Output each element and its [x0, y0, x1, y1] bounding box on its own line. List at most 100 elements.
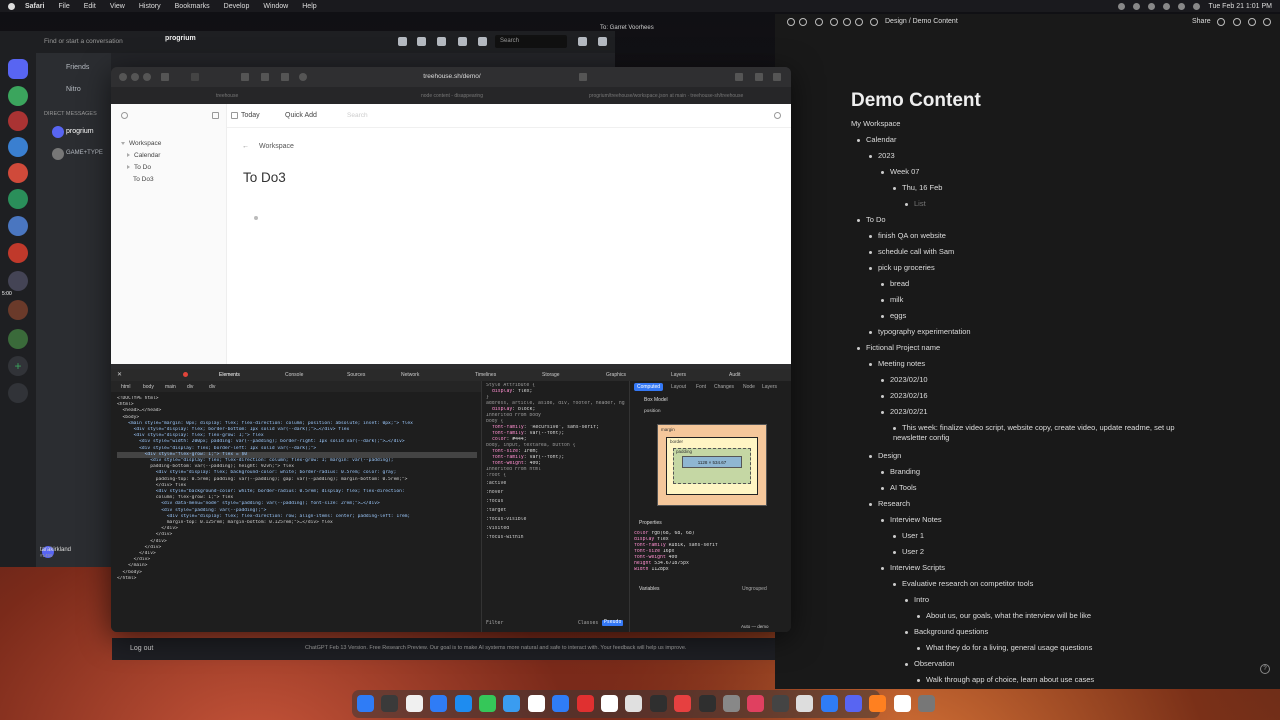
dock-app-icon[interactable]: [454, 695, 472, 712]
style-value[interactable]: 400;: [530, 461, 542, 466]
outline-item[interactable]: AI Tools: [881, 483, 917, 493]
inspector-tab-timelines[interactable]: Timelines: [475, 372, 496, 378]
more-icon[interactable]: [1263, 18, 1271, 26]
outline-item[interactable]: eggs: [881, 311, 906, 321]
dock-app-icon[interactable]: [552, 695, 570, 712]
dock-app-icon[interactable]: [576, 695, 594, 712]
breadcrumb[interactable]: Design / Demo Content: [885, 18, 958, 25]
server-icon[interactable]: [8, 189, 28, 209]
dm-item[interactable]: progrium: [66, 128, 94, 135]
menu-view[interactable]: View: [110, 3, 125, 10]
inspector-tab-console[interactable]: Console: [285, 372, 303, 378]
outline-item[interactable]: Research: [869, 499, 910, 509]
search-icon[interactable]: [1178, 2, 1186, 10]
sidebar-toggle-icon[interactable]: [212, 112, 219, 119]
video-icon[interactable]: [417, 37, 426, 46]
outline-item[interactable]: 2023/02/21: [881, 407, 928, 417]
pseudo-checkbox[interactable]: :hover: [486, 490, 556, 496]
quick-add-button[interactable]: Quick Add: [285, 112, 317, 119]
dock-app-icon[interactable]: [674, 695, 692, 712]
control-center-icon[interactable]: [1193, 2, 1201, 10]
dock-app-icon[interactable]: [869, 695, 887, 712]
caret-down-icon[interactable]: [121, 141, 125, 145]
clock-icon[interactable]: [1233, 18, 1241, 26]
style-value[interactable]: var(--font);: [530, 431, 565, 436]
outline-item[interactable]: pick up groceries: [869, 263, 935, 273]
inspector-tab-storage[interactable]: Storage: [542, 372, 560, 378]
inspector-tab-layers[interactable]: Layers: [671, 372, 686, 378]
inspector-tab-elements[interactable]: Elements: [219, 372, 240, 378]
outline-item[interactable]: Thu, 16 Feb: [893, 183, 942, 193]
outline-item[interactable]: About us, our goals, what the interview …: [917, 611, 1091, 621]
dock-app-icon[interactable]: [820, 695, 838, 712]
close-icon[interactable]: ✕: [117, 371, 122, 378]
style-value[interactable]: 'Recursive', sans-serif;: [530, 425, 599, 430]
dock-app-icon[interactable]: [601, 695, 618, 712]
dock-app-icon[interactable]: [625, 695, 643, 712]
outline-item[interactable]: Branding: [881, 467, 920, 477]
dock-app-icon[interactable]: [357, 695, 374, 712]
dock-app-icon[interactable]: [893, 695, 911, 712]
breadcrumb[interactable]: Workspace: [259, 143, 294, 150]
status-icon[interactable]: [1148, 2, 1156, 10]
share-icon[interactable]: [735, 73, 743, 81]
inspector-tab-audit[interactable]: Audit: [729, 372, 740, 378]
outline-item[interactable]: To Do: [857, 215, 886, 225]
outline-item[interactable]: Calendar: [857, 135, 896, 145]
node-tab[interactable]: Node: [743, 384, 755, 390]
server-icon[interactable]: [8, 300, 28, 320]
caret-right-icon[interactable]: [127, 153, 130, 158]
menu-bookmarks[interactable]: Bookmarks: [175, 3, 210, 10]
discord-search-input[interactable]: Search: [495, 35, 567, 48]
dock-app-icon[interactable]: [503, 695, 521, 712]
sidebar-icon[interactable]: [161, 73, 169, 81]
style-property[interactable]: color: [492, 437, 506, 442]
dock-app-icon[interactable]: [698, 695, 716, 712]
comments-icon[interactable]: [1217, 18, 1225, 26]
forward-icon[interactable]: [843, 18, 851, 26]
add-friend-icon[interactable]: [458, 37, 467, 46]
outline-item[interactable]: Observation: [905, 659, 954, 669]
back-icon[interactable]: [191, 73, 199, 81]
server-icon[interactable]: [8, 243, 28, 263]
style-property[interactable]: display: [492, 389, 512, 394]
inspector-tab-network[interactable]: Network: [401, 372, 419, 378]
nitro-link[interactable]: Nitro: [66, 86, 81, 93]
today-button[interactable]: Today: [241, 112, 260, 119]
dm-item[interactable]: GAME+TYPE: [66, 150, 103, 156]
outline-item[interactable]: Intro: [905, 595, 929, 605]
style-value[interactable]: #444;: [512, 437, 526, 442]
server-icon[interactable]: [8, 271, 28, 291]
dock-app-icon[interactable]: [430, 695, 448, 712]
outline-item[interactable]: finish QA on website: [869, 231, 946, 241]
font-tab[interactable]: Font: [696, 384, 706, 390]
pin-icon[interactable]: [437, 37, 446, 46]
outline-item[interactable]: Interview Notes: [881, 515, 942, 525]
changes-tab[interactable]: Changes: [714, 384, 734, 390]
help-icon[interactable]: ?: [1260, 664, 1270, 674]
tab-overview-icon[interactable]: [773, 73, 781, 81]
extension-icon[interactable]: [281, 73, 289, 81]
close-icon[interactable]: [119, 73, 127, 81]
outline-item[interactable]: bread: [881, 279, 909, 289]
outline-item[interactable]: Walk through app of choice, learn about …: [917, 675, 1094, 685]
back-arrow-icon[interactable]: ←: [242, 143, 249, 150]
pseudo-checkbox[interactable]: :target: [486, 508, 556, 514]
outline-item[interactable]: Meeting notes: [869, 359, 925, 369]
extension-icon[interactable]: [299, 73, 307, 81]
computed-property[interactable]: width 1128px: [634, 567, 718, 573]
phone-icon[interactable]: [398, 37, 407, 46]
dom-crumb[interactable]: div: [209, 384, 215, 390]
inspector-tab-graphics[interactable]: Graphics: [606, 372, 626, 378]
style-property[interactable]: font-family: [492, 425, 524, 430]
outline-item[interactable]: Design: [869, 451, 901, 461]
error-icon[interactable]: [183, 372, 188, 377]
outline-item[interactable]: Fictional Project name: [857, 343, 940, 353]
tab[interactable]: progrium/treehouse/workspace.json at mai…: [589, 93, 743, 99]
menu-history[interactable]: History: [139, 3, 161, 10]
dock-app-icon[interactable]: [845, 695, 862, 712]
address-bar[interactable]: treehouse.sh/demo/: [317, 70, 587, 84]
outline-item[interactable]: Background questions: [905, 627, 988, 637]
share-button[interactable]: Share: [1192, 18, 1211, 25]
menu-window[interactable]: Window: [263, 3, 288, 10]
